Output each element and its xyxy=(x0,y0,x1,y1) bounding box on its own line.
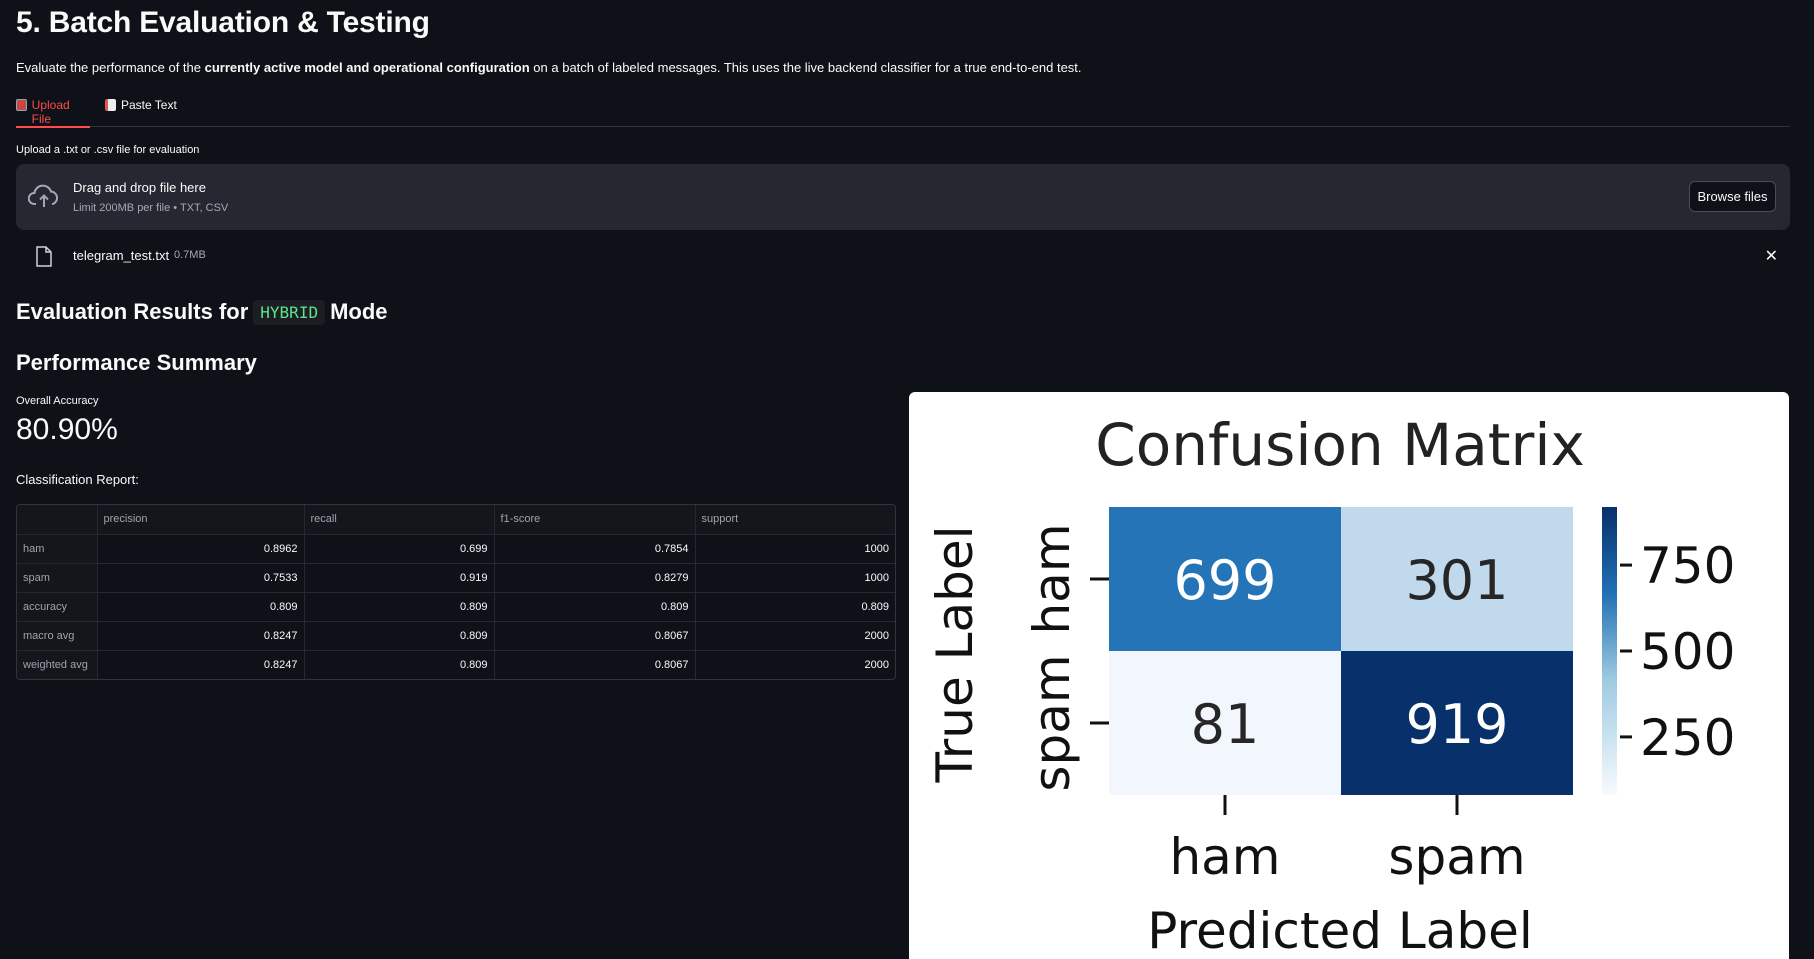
browse-files-button[interactable]: Browse files xyxy=(1689,181,1776,212)
tab-upload-file[interactable]: Upload File xyxy=(16,98,90,128)
x-axis-label: Predicted Label xyxy=(1147,902,1533,959)
header-f1-score: f1-score xyxy=(494,505,696,535)
colorbar-tick-label: 500 xyxy=(1640,623,1735,681)
tab-paste-text[interactable]: Paste Text xyxy=(105,98,181,127)
table-row: weighted avg 0.8247 0.809 0.8067 2000 xyxy=(17,650,895,679)
table-row: ham 0.8962 0.699 0.7854 1000 xyxy=(17,534,895,564)
colorbar-tick-label: 250 xyxy=(1640,709,1735,767)
confusion-matrix-svg: Confusion Matrix 699 301 81 919 750 500 250 h… xyxy=(926,411,1735,959)
heatmap-cell-value: 919 xyxy=(1405,693,1508,756)
accuracy-metric-value: 80.90% xyxy=(16,413,118,446)
performance-summary-heading: Performance Summary xyxy=(16,350,257,375)
heatmap-cell-value: 81 xyxy=(1191,693,1260,756)
colorbar xyxy=(1602,507,1617,795)
cloud-upload-icon xyxy=(28,184,59,207)
table-row: macro avg 0.8247 0.809 0.8067 2000 xyxy=(17,621,895,651)
remove-file-close-icon[interactable]: ✕ xyxy=(1765,246,1778,266)
x-tick-label: ham xyxy=(1169,828,1280,886)
uploaded-file: telegram_test.txt 0.7MB ✕ xyxy=(16,242,1790,272)
table-row: accuracy 0.809 0.809 0.809 0.809 xyxy=(17,592,895,622)
header-support: support xyxy=(695,505,895,535)
file-icon xyxy=(36,246,52,267)
header-index xyxy=(17,505,98,535)
table-header-row: precision recall f1-score support xyxy=(17,505,895,535)
y-axis-label: True Label xyxy=(926,526,984,784)
mode-badge: HYBRID xyxy=(253,299,326,325)
x-tick-label: spam xyxy=(1388,828,1525,886)
dropzone-title: Drag and drop file here xyxy=(73,180,206,195)
heatmap-cell-value: 301 xyxy=(1405,549,1508,612)
document-icon xyxy=(105,99,116,111)
intro-text: Evaluate the performance of the currentl… xyxy=(16,60,1082,75)
table-row: spam 0.7533 0.919 0.8279 1000 xyxy=(17,563,895,593)
upload-icon xyxy=(16,99,27,111)
uploader-label: Upload a .txt or .csv file for evaluatio… xyxy=(16,144,200,156)
file-dropzone[interactable]: Drag and drop file here Limit 200MB per … xyxy=(16,164,1790,230)
page-title: 5. Batch Evaluation & Testing xyxy=(16,6,430,39)
evaluation-results-heading: Evaluation Results for HYBRID Mode xyxy=(16,299,388,325)
file-size: 0.7MB xyxy=(174,249,206,261)
heatmap-cell-value: 699 xyxy=(1173,549,1276,612)
header-precision: precision xyxy=(97,505,305,535)
colorbar-tick-label: 750 xyxy=(1640,537,1735,595)
chart-title: Confusion Matrix xyxy=(1095,411,1585,479)
file-name: telegram_test.txt xyxy=(73,248,170,263)
y-tick-label: ham xyxy=(1023,523,1081,634)
y-tick-label: spam xyxy=(1023,654,1081,791)
dropzone-subtitle: Limit 200MB per file • TXT, CSV xyxy=(73,202,229,214)
confusion-matrix-chart: Confusion Matrix 699 301 81 919 750 500 250 h… xyxy=(909,392,1789,959)
tab-bar: Upload File Paste Text xyxy=(16,98,1790,128)
classification-report-label: Classification Report: xyxy=(16,472,139,487)
accuracy-metric-label: Overall Accuracy xyxy=(16,395,99,407)
classification-report-table[interactable]: precision recall f1-score support ham 0.… xyxy=(16,504,896,680)
header-recall: recall xyxy=(304,505,495,535)
